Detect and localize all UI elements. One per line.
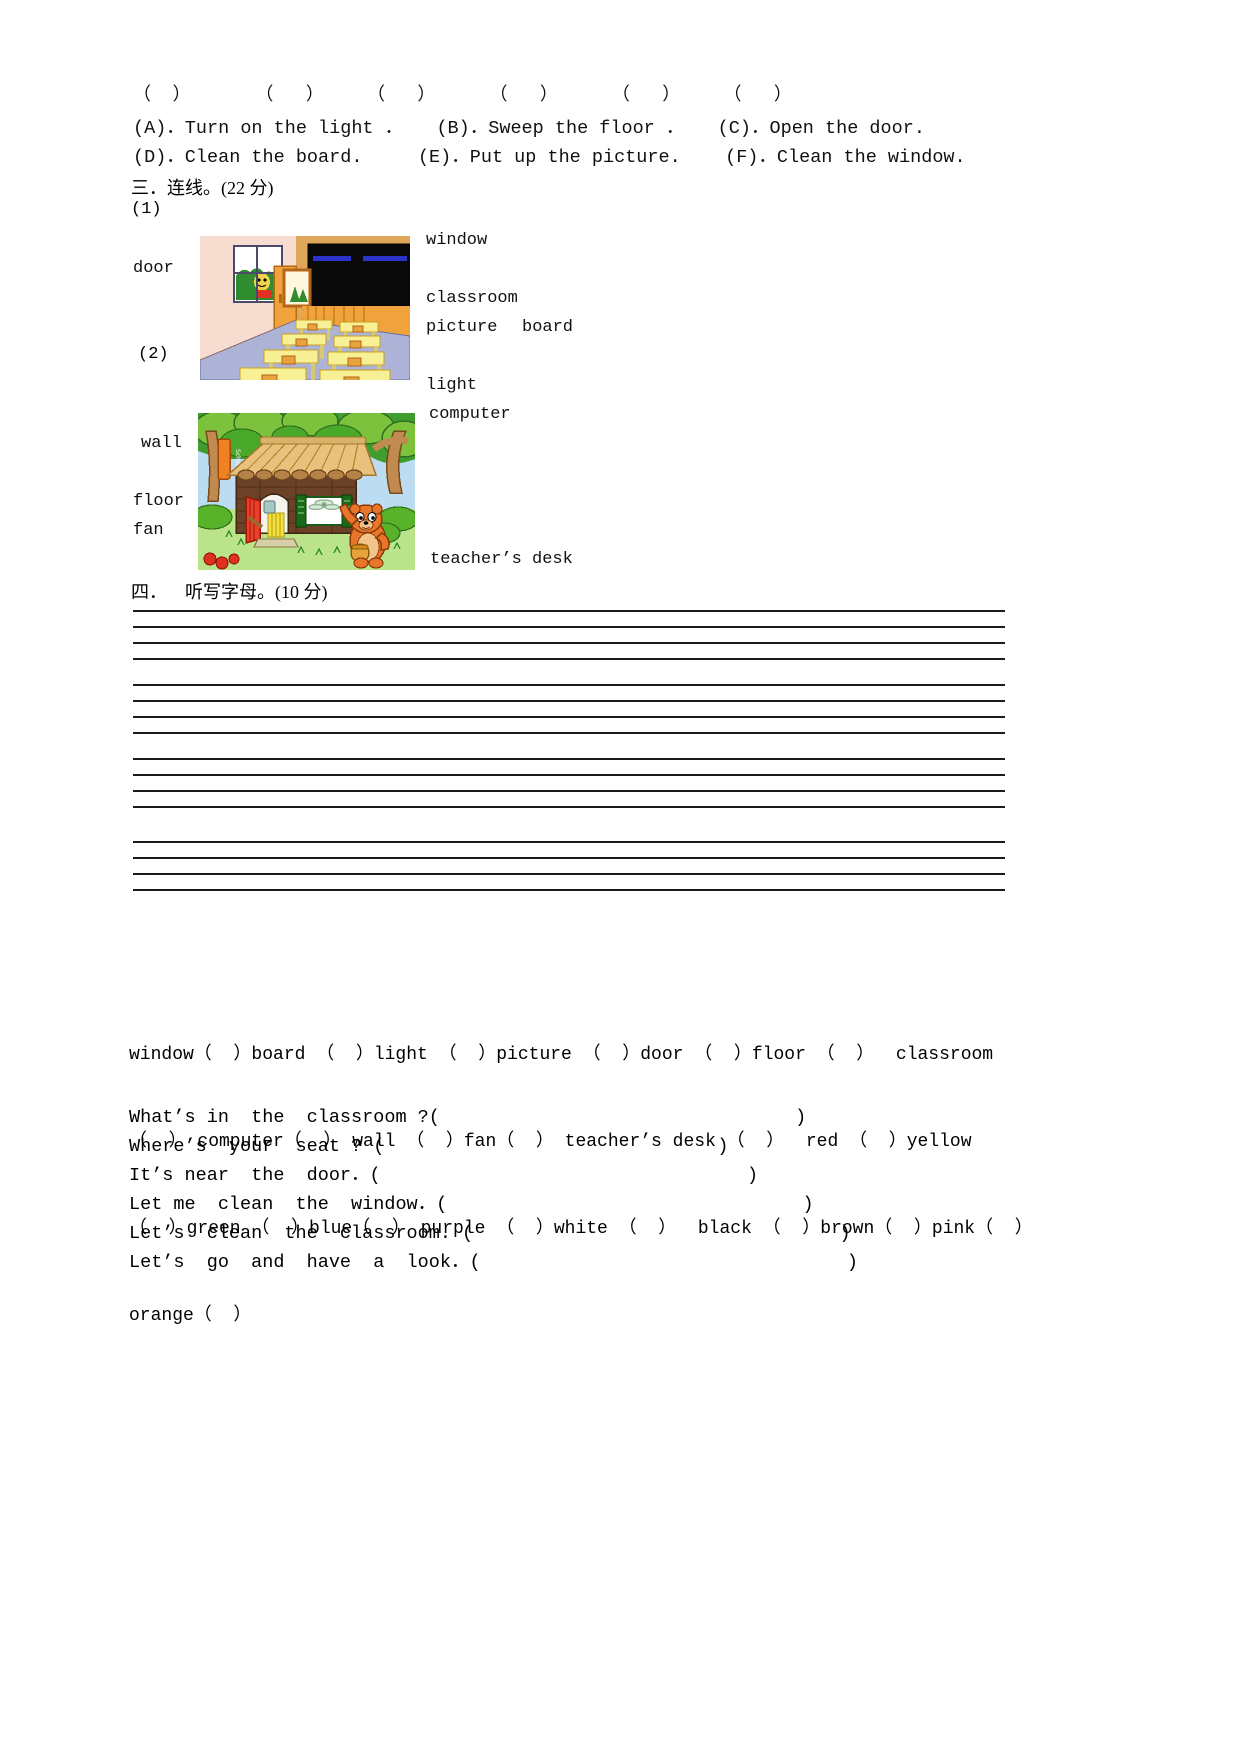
write-line [133,841,1005,843]
write-line [133,774,1005,776]
match-label-window[interactable]: window [426,231,487,250]
option-line-abc: (A)．Turn on the light ． (B)．Sweep the fl… [133,118,925,139]
exam-page: （ ） （ ） （ ） （ ） （ ） （ ） (A)．Turn on the … [0,0,1240,1753]
write-line [133,806,1005,808]
cottage-illustration: School [198,413,415,570]
translation-item[interactable]: Let’s clean the classroom. ( ) [129,1219,1029,1248]
word-bank-line[interactable]: window（ ）board （ ）light （ ）picture （ ）do… [129,1041,1009,1070]
write-line [133,758,1005,760]
translation-item[interactable]: What’s in the classroom ?( ) [129,1103,1029,1132]
match-label-wall[interactable]: wall [141,434,182,453]
section-three-item-2-number: (2) [138,345,169,364]
translation-item[interactable]: Let me clean the window．( ) [129,1190,1029,1219]
write-line [133,857,1005,859]
match-label-computer[interactable]: computer [429,405,511,424]
match-label-picture[interactable]: picture [426,318,497,337]
translation-list[interactable]: What’s in the classroom ?( ) Where’s you… [129,1103,1029,1277]
match-label-light[interactable]: light [426,376,477,395]
match-label-board[interactable]: board [522,318,573,337]
translation-item[interactable]: It’s near the door．( ) [129,1161,1029,1190]
translation-item[interactable]: Let’s go and have a look．( ) [129,1248,1029,1277]
write-line [133,732,1005,734]
translation-item[interactable]: Where’s your seat ? ( ) [129,1132,1029,1161]
match-label-teachers-desk[interactable]: teacher’s desk [430,550,573,569]
match-label-fan[interactable]: fan [133,521,164,540]
section-four-heading: 四． 听写字母。(10 分) [131,582,328,602]
option-line-def: (D)．Clean the board. (E)．Put up the pict… [133,147,966,168]
match-label-classroom[interactable]: classroom [426,289,518,308]
write-line [133,790,1005,792]
write-line [133,658,1005,660]
write-line [133,873,1005,875]
answer-brackets-row[interactable]: （ ） （ ） （ ） （ ） （ ） （ ） [133,80,993,106]
match-label-door[interactable]: door [133,259,174,278]
write-line [133,684,1005,686]
word-bank-line[interactable]: orange（ ） [129,1302,1009,1331]
write-line [133,889,1005,891]
write-line [133,716,1005,718]
section-three-heading: 三．连线。(22 分) [131,178,274,198]
match-label-floor[interactable]: floor [133,492,184,511]
classroom-illustration [200,236,410,380]
write-line [133,626,1005,628]
section-three-item-1-number: (1) [131,200,162,219]
write-line [133,700,1005,702]
write-line [133,642,1005,644]
write-line [133,610,1005,612]
